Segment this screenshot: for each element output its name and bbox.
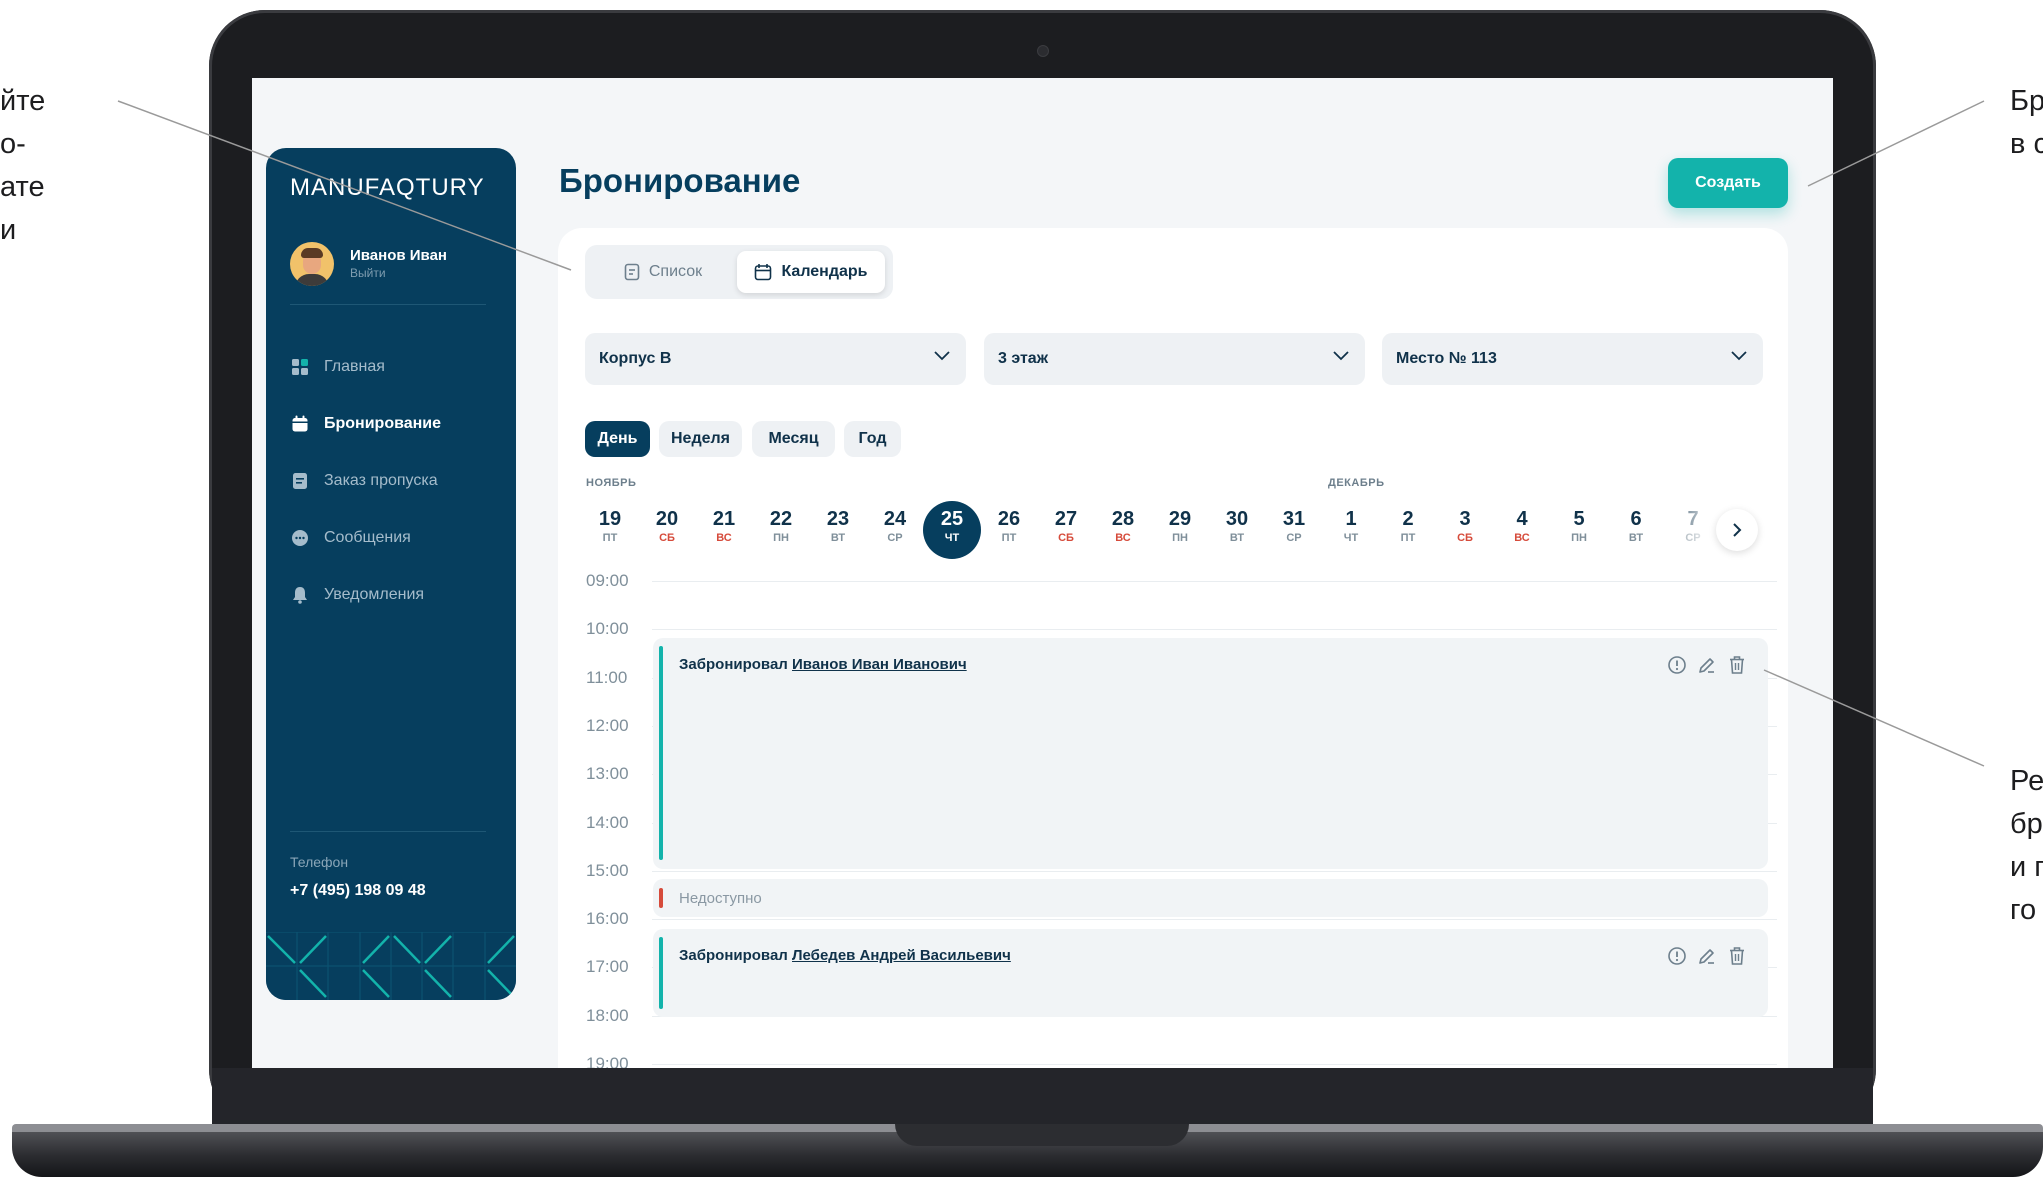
annotation-line: бр [2010,808,2043,840]
annotation-line: ате [0,171,45,203]
annotation-left: йте о- ате и [0,80,45,252]
annotation-line: и п [2010,851,2043,883]
annotation-line: и [0,214,17,246]
annotation-line: о- [0,128,26,160]
annotation-line: в с [2010,128,2043,160]
annotation-line: Ре [2010,765,2043,797]
annotation-right-top: Бр в с [2010,80,2043,166]
annotation-lines [117,100,1985,767]
presentation-stage: MANUFAQTURY Иванов Иван Выйти Главная Бр… [0,0,2043,1177]
annotation-line: йте [0,85,46,117]
annotation-line: Бр [2010,85,2043,117]
annotation-line: го [2010,894,2037,926]
annotation-right-bottom: Ре бр и п го [2010,760,2043,932]
